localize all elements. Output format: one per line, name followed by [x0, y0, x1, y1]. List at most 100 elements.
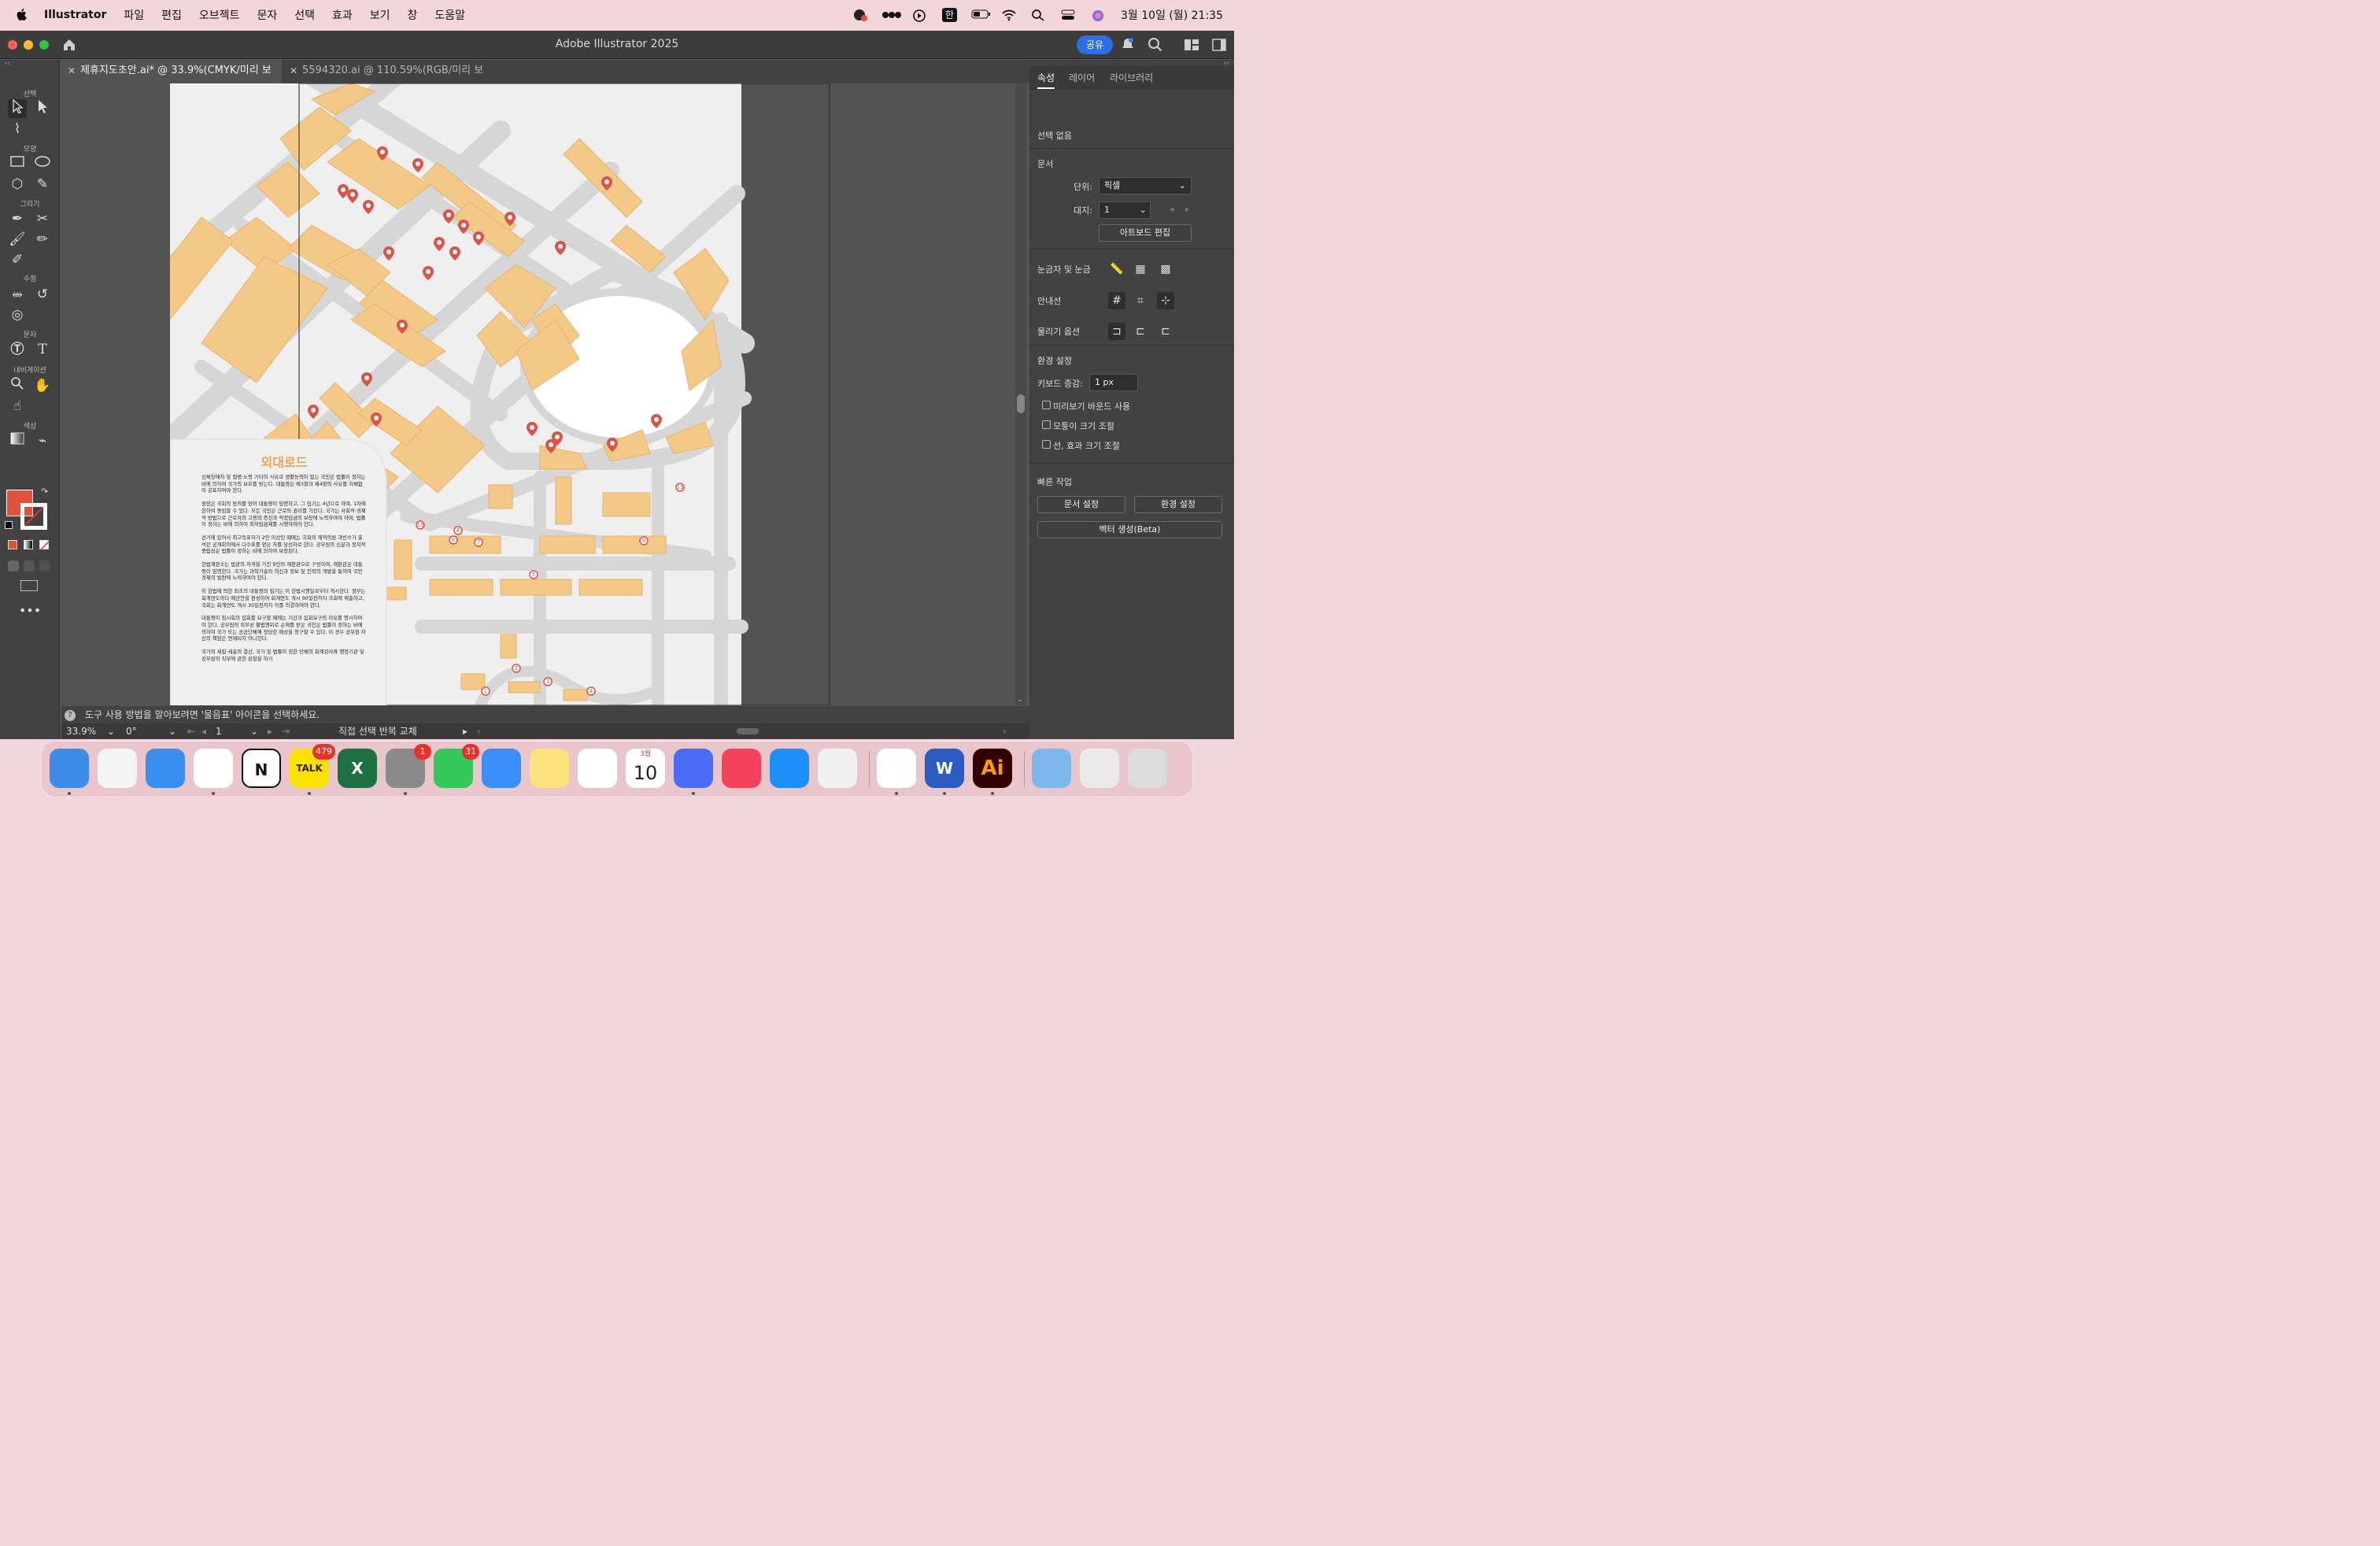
snap-to-pixel-icon[interactable]: ⊏ — [1157, 323, 1174, 340]
swap-fill-stroke-icon[interactable]: ↷ — [41, 486, 48, 497]
help-question-icon[interactable]: ? — [65, 709, 76, 721]
smart-guides-icon[interactable]: ⊹ — [1157, 292, 1174, 309]
default-colors-icon[interactable] — [5, 521, 13, 529]
area-type-tool-icon[interactable]: Ⓣ — [8, 340, 27, 359]
menu-object[interactable]: 오브젝트 — [199, 7, 240, 23]
panel-toggle-icon[interactable] — [1212, 39, 1226, 54]
battery-icon[interactable] — [971, 9, 991, 21]
transparency-grid-icon[interactable]: ▩ — [1157, 261, 1174, 278]
scroll-left-arrow[interactable]: ‹ — [477, 723, 481, 739]
dock-app-app-store[interactable] — [770, 749, 809, 788]
current-tool-status[interactable]: 직접 선택 반복 교체 — [338, 723, 417, 739]
draw-behind-icon[interactable] — [24, 560, 35, 571]
dock-app-photos[interactable] — [578, 749, 617, 788]
tab-properties[interactable]: 속성 — [1037, 71, 1055, 89]
rotate-tool-icon[interactable]: ↺ — [33, 285, 52, 304]
prev-artboard-arrow[interactable]: ◂ — [1170, 204, 1174, 214]
dock-app-excel[interactable]: X — [338, 749, 377, 788]
artboard-dropdown-icon[interactable]: ⌄ — [250, 723, 258, 739]
close-tab-icon[interactable]: ✕ — [290, 60, 298, 82]
tab-libraries[interactable]: 라이브러리 — [1110, 71, 1153, 84]
more-tools-icon[interactable]: ••• — [0, 603, 60, 618]
pencil-tool-icon[interactable]: ✏ — [33, 230, 52, 249]
search-icon[interactable] — [1148, 37, 1163, 56]
scroll-down-arrow[interactable]: ⌄ — [1017, 696, 1023, 704]
unit-select[interactable]: 픽셀 ⌄ — [1099, 177, 1192, 194]
zoom-dropdown-icon[interactable]: ⌄ — [107, 723, 115, 739]
gradient-tool-icon[interactable] — [8, 431, 27, 450]
eraser-tool-icon[interactable]: ✐ — [8, 250, 27, 269]
none-mode-icon[interactable] — [39, 540, 50, 550]
dock-app-preview[interactable] — [1080, 749, 1119, 788]
tab-document-2[interactable]: ✕ 5594320.ai @ 110.59%(RGB/미리 보기) — [283, 60, 488, 98]
dock-app-notion[interactable]: N — [242, 749, 281, 788]
next-artboard-icon[interactable]: ▸ — [268, 723, 272, 739]
menu-window[interactable]: 창 — [408, 7, 418, 23]
vertical-scrollbar[interactable]: ⌄ — [1015, 83, 1026, 705]
dock-app-finder[interactable] — [50, 749, 89, 788]
screen-mode-icon[interactable] — [20, 580, 38, 591]
control-center-icon[interactable] — [1061, 9, 1077, 21]
dock-app-clova[interactable] — [674, 749, 713, 788]
menu-edit[interactable]: 편집 — [161, 7, 182, 23]
menubar-clock[interactable]: 3월 10일 (월) 21:35 — [1121, 7, 1223, 23]
draw-inside-icon[interactable] — [39, 560, 50, 571]
input-method-indicator[interactable]: 한 — [941, 7, 958, 22]
scroll-right-arrow[interactable]: › — [1003, 723, 1007, 739]
tab-document-1[interactable]: ✕ 제휴지도초안.ai* @ 33.9%(CMYK/미리 보기) — [61, 60, 282, 98]
dock-app-kakaotalk[interactable]: TALK 479 — [290, 744, 335, 788]
lasso-tool-icon[interactable]: ⌇ — [8, 120, 27, 139]
ruler-icon[interactable]: 📏 — [1108, 261, 1125, 278]
dock-app-calendar[interactable]: 3월 10 — [626, 749, 665, 788]
snap-to-grid-icon[interactable]: ⊏ — [1132, 323, 1149, 340]
artboard-select[interactable]: 1 ⌄ — [1099, 202, 1151, 219]
tab-layers[interactable]: 레이어 — [1069, 71, 1095, 84]
dock-app-word[interactable]: W — [925, 749, 964, 788]
cc-status-icon[interactable] — [852, 9, 868, 21]
scissors-tool-icon[interactable]: ✂ — [33, 209, 52, 228]
pen-tool-icon[interactable]: ✒ — [8, 209, 27, 228]
dock-app-slack[interactable] — [194, 749, 233, 788]
menu-select[interactable]: 선택 — [294, 7, 315, 23]
preview-bounds-checkbox[interactable] — [1042, 401, 1051, 409]
menu-help[interactable]: 도움말 — [434, 7, 465, 23]
rectangle-tool-icon[interactable] — [8, 154, 27, 173]
type-tool-icon[interactable]: T — [33, 340, 52, 359]
snap-to-point-icon[interactable]: ⊐ — [1108, 323, 1125, 340]
scale-strokes-checkbox[interactable] — [1042, 440, 1051, 449]
zoom-level-field[interactable]: 33.9% — [66, 723, 96, 739]
polygon-tool-icon[interactable]: ⬡ — [8, 175, 27, 194]
selection-tool-icon[interactable] — [8, 98, 27, 118]
prev-artboard-icon[interactable]: ◂ — [201, 723, 206, 739]
shaper-tool-icon[interactable]: ✎ — [33, 175, 52, 194]
app-name[interactable]: Illustrator — [44, 9, 106, 21]
menu-view[interactable]: 보기 — [370, 7, 390, 23]
dock-app-messages[interactable]: 31 — [434, 744, 479, 788]
wifi-icon[interactable] — [1001, 9, 1017, 21]
close-tab-icon[interactable]: ✕ — [68, 60, 76, 82]
collapse-toolbar-icon[interactable]: ‹‹ — [5, 60, 10, 68]
direct-selection-tool-icon[interactable] — [33, 99, 52, 118]
dock-app-system-settings[interactable]: 1 — [386, 744, 431, 788]
stroke-swatch[interactable] — [20, 503, 47, 530]
menu-file[interactable]: 파일 — [124, 7, 144, 23]
preferences-button[interactable]: 환경 설정 — [1134, 496, 1222, 513]
menu-type[interactable]: 문자 — [257, 7, 277, 23]
status-menu-arrow[interactable]: ▸ — [463, 723, 468, 739]
color-mode-icon[interactable] — [8, 540, 17, 549]
dock-app-illustrator[interactable]: Ai — [973, 749, 1012, 788]
last-artboard-icon[interactable]: ⇥ — [282, 723, 290, 739]
workspace-switcher-icon[interactable] — [1184, 39, 1199, 54]
dock-app-mail[interactable] — [482, 749, 521, 788]
eyedropper-tool-icon[interactable]: ⌁ — [33, 431, 52, 450]
rotate-view-tool-icon[interactable]: ☝ — [8, 397, 27, 416]
first-artboard-icon[interactable]: ⇤ — [187, 723, 195, 739]
hand-tool-icon[interactable]: ✋ — [33, 376, 52, 395]
dock-app-chrome[interactable] — [877, 749, 916, 788]
dock-app-launchpad[interactable] — [98, 749, 137, 788]
dock-app-iphone-mirroring[interactable] — [818, 749, 857, 788]
scroll-thumb[interactable] — [1017, 394, 1025, 413]
rotation-field[interactable]: 0° — [126, 723, 137, 739]
dock-app-notes[interactable] — [530, 749, 569, 788]
show-guides-icon[interactable]: # — [1108, 292, 1125, 309]
